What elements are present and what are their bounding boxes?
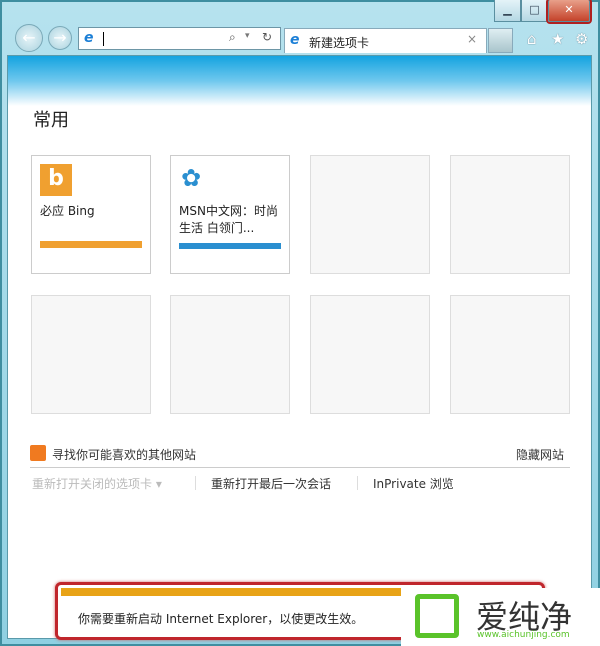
watermark-logo-icon: [415, 594, 459, 638]
watermark: 爱纯净 www.aichunjing.com: [401, 588, 600, 646]
tile-empty[interactable]: [310, 295, 430, 414]
separator: [357, 476, 358, 490]
separator: [195, 476, 196, 490]
tile-bing[interactable]: b 必应 Bing: [31, 155, 151, 274]
notification-message: 你需要重新启动 Internet Explorer，以使更改生效。: [78, 612, 364, 626]
inprivate-link[interactable]: InPrivate 浏览: [373, 475, 454, 492]
address-bar[interactable]: e ⌕ ▾ ↻: [78, 27, 281, 50]
tile-msn[interactable]: ✿ MSN中文网：时尚生活 白领门...: [170, 155, 290, 274]
new-tab-button[interactable]: [488, 28, 513, 53]
close-tab-icon[interactable]: ×: [467, 32, 477, 46]
tab-new-tab[interactable]: e 新建选项卡 ×: [284, 28, 487, 53]
watermark-url: www.aichunjing.com: [477, 630, 570, 640]
chevron-down-icon[interactable]: ▾: [245, 31, 250, 41]
tile-empty[interactable]: [170, 295, 290, 414]
tile-title: MSN中文网：时尚生活 白领门...: [179, 204, 278, 235]
bing-logo-icon: b: [40, 164, 72, 196]
maximize-button[interactable]: □: [521, 0, 548, 22]
back-button[interactable]: ←: [15, 24, 43, 52]
lightbulb-icon: [30, 445, 46, 461]
favorites-icon[interactable]: ★: [551, 30, 564, 48]
refresh-icon[interactable]: ↻: [262, 30, 272, 44]
gear-icon[interactable]: ⚙: [575, 30, 588, 48]
ie-icon: e: [84, 30, 94, 46]
tile-empty[interactable]: [31, 295, 151, 414]
home-icon[interactable]: ⌂: [527, 30, 537, 48]
tile-empty[interactable]: [450, 155, 570, 274]
tab-label: 新建选项卡: [309, 36, 370, 50]
divider: [30, 467, 570, 468]
msn-logo-icon: ✿: [181, 164, 202, 192]
tile-accent-bar: [179, 243, 281, 249]
reopen-last-session-link[interactable]: 重新打开最后一次会话: [211, 475, 331, 492]
tile-empty[interactable]: [450, 295, 570, 414]
text-cursor: [103, 32, 104, 46]
page-title: 常用: [33, 110, 69, 131]
search-icon[interactable]: ⌕: [229, 30, 236, 45]
minimize-button[interactable]: ▁: [494, 0, 521, 22]
ie-icon: e: [290, 32, 300, 48]
tile-accent-bar: [40, 241, 142, 248]
hide-sites-link[interactable]: 隐藏网站: [516, 446, 564, 463]
tile-title: 必应 Bing: [40, 204, 95, 218]
discover-sites-link[interactable]: 寻找你可能喜欢的其他网站: [52, 446, 196, 463]
forward-button[interactable]: →: [48, 26, 72, 50]
close-button[interactable]: ✕: [548, 0, 590, 22]
reopen-closed-tabs-link[interactable]: 重新打开关闭的选项卡 ▾: [32, 475, 162, 492]
tile-empty[interactable]: [310, 155, 430, 274]
